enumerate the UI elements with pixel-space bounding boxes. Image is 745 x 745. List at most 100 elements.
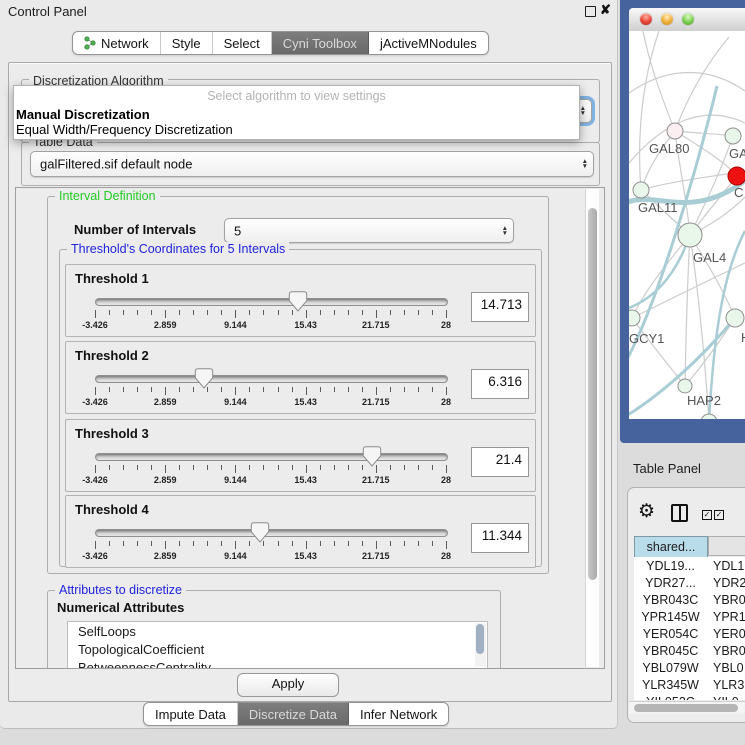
network-node[interactable]: [701, 414, 717, 419]
tick-label: 28: [441, 475, 451, 485]
network-node-gal11[interactable]: [633, 182, 649, 198]
minor-tick: [193, 541, 194, 546]
zoom-traffic-light-icon[interactable]: [682, 13, 694, 25]
major-tick: [95, 310, 96, 318]
tick-label: 28: [441, 397, 451, 407]
columns-icon[interactable]: [671, 504, 688, 522]
network-icon: [84, 36, 96, 50]
threshold-value-field[interactable]: 6.316: [471, 369, 529, 399]
minor-tick: [292, 387, 293, 392]
cell-shared-name: YLR345W: [634, 678, 707, 692]
tab-style[interactable]: Style: [161, 32, 213, 54]
table-data-group: Table Data galFiltered.sif default node …: [21, 142, 600, 186]
column-header-shared-name[interactable]: shared...: [634, 536, 708, 558]
table-row[interactable]: YBR045CYBR0: [634, 644, 745, 661]
slider-track[interactable]: [95, 298, 448, 306]
network-node-gal4[interactable]: [678, 223, 702, 247]
minor-tick: [137, 310, 138, 315]
threshold-label: Threshold 3: [75, 426, 149, 441]
table-row[interactable]: YBR043CYBR0: [634, 593, 745, 610]
tick-label: -3.426: [82, 320, 108, 330]
slider-thumb[interactable]: [250, 522, 269, 543]
dropdown-option-manual[interactable]: Manual Discretization: [16, 107, 150, 122]
tab-impute-data[interactable]: Impute Data: [144, 703, 238, 725]
dropdown-option-equal-width[interactable]: Equal Width/Frequency Discretization: [16, 122, 233, 137]
table-row[interactable]: YIL052CYIL0: [634, 695, 745, 700]
network-node-c[interactable]: [728, 167, 745, 185]
table-row[interactable]: YLR345WYLR3: [634, 678, 745, 695]
network-node-h[interactable]: [726, 309, 744, 327]
minimize-traffic-light-icon[interactable]: [661, 13, 673, 25]
number-of-intervals-combobox[interactable]: 5 ▲▼: [224, 218, 514, 243]
attribute-list-item[interactable]: SelfLoops: [68, 622, 487, 640]
tab-discretize-data[interactable]: Discretize Data: [238, 703, 349, 725]
combo-stepper-icon: ▲▼: [580, 106, 586, 116]
threshold-value-field[interactable]: 11.344: [471, 523, 529, 553]
major-tick: [446, 465, 447, 473]
tab-label: Network: [101, 36, 149, 51]
checkbox-icon[interactable]: ✓: [702, 510, 712, 520]
minor-tick: [348, 465, 349, 470]
minor-tick: [390, 541, 391, 546]
minor-tick: [320, 541, 321, 546]
table-row[interactable]: YDR27...YDR2: [634, 576, 745, 593]
tab-network[interactable]: Network: [73, 32, 161, 54]
minor-tick: [418, 387, 419, 392]
threshold-row: Threshold 2-3.4262.8599.14415.4321.71528…: [65, 341, 536, 414]
attributes-group-title: Attributes to discretize: [55, 583, 186, 597]
threshold-row: Threshold 1-3.4262.8599.14415.4321.71528…: [65, 264, 536, 337]
tick-label: 2.859: [154, 397, 177, 407]
tab-infer-network[interactable]: Infer Network: [349, 703, 448, 725]
float-window-icon[interactable]: [585, 6, 596, 17]
slider-thumb[interactable]: [194, 368, 213, 389]
network-node-hap2[interactable]: [678, 379, 692, 393]
attribute-list-item[interactable]: TopologicalCoefficient: [68, 640, 487, 658]
tab-select[interactable]: Select: [213, 32, 272, 54]
apply-button[interactable]: Apply: [237, 673, 339, 697]
cell-name: YDL1: [713, 559, 744, 573]
threshold-value-field[interactable]: 21.4: [471, 447, 529, 477]
network-canvas[interactable]: GAL80GACGAL11GAL4GCY1HHAP2: [629, 31, 745, 419]
slider-thumb[interactable]: [363, 446, 382, 467]
cell-name: YIL0: [713, 695, 739, 700]
minor-tick: [404, 541, 405, 546]
settings-scroll-area: Interval Definition Number of Intervals …: [15, 187, 605, 669]
numerical-attributes-list[interactable]: SelfLoopsTopologicalCoefficientBetweenne…: [67, 621, 488, 669]
settings-vertical-scrollbar[interactable]: [585, 189, 599, 667]
table-data-combobox[interactable]: galFiltered.sif default node ▲▼: [30, 151, 594, 177]
minor-tick: [432, 541, 433, 546]
cell-name: YER0: [713, 627, 745, 641]
control-panel-titlebar[interactable]: Control Panel ✘: [0, 0, 617, 22]
column-header-name[interactable]: n: [708, 536, 745, 556]
table-row[interactable]: YPR145WYPR1: [634, 610, 745, 627]
slider-track[interactable]: [95, 453, 448, 461]
close-traffic-light-icon[interactable]: [640, 13, 652, 25]
slider-track[interactable]: [95, 375, 448, 383]
network-node-gcy1[interactable]: [629, 310, 640, 326]
slider-track[interactable]: [95, 529, 448, 537]
minor-tick: [179, 387, 180, 392]
threshold-value-field[interactable]: 14.713: [471, 292, 529, 322]
table-row[interactable]: YBL079WYBL0: [634, 661, 745, 678]
scrollbar-thumb[interactable]: [588, 208, 597, 580]
attributes-list-scrollbar[interactable]: [475, 623, 486, 667]
bottom-tab-bar: Impute DataDiscretize DataInfer Network: [143, 702, 449, 726]
table-row[interactable]: YER054CYER0: [634, 627, 745, 644]
tick-label: 2.859: [154, 320, 177, 330]
checkbox-icon[interactable]: ✓: [714, 510, 724, 520]
network-node-ga[interactable]: [725, 128, 741, 144]
minor-tick: [109, 387, 110, 392]
table-row[interactable]: YDL19...YDL1: [634, 559, 745, 576]
network-window-titlebar[interactable]: [629, 8, 745, 32]
network-node-gal80[interactable]: [667, 123, 683, 139]
gear-icon[interactable]: ⚙: [638, 500, 655, 523]
slider-thumb[interactable]: [288, 291, 307, 312]
tab-cyni-toolbox[interactable]: Cyni Toolbox: [272, 32, 369, 54]
attribute-list-item[interactable]: BetweennessCentrality: [68, 658, 487, 669]
tab-jactivemnodules[interactable]: jActiveMNodules: [369, 32, 488, 54]
table-horizontal-scrollbar[interactable]: [629, 701, 745, 714]
minor-tick: [179, 310, 180, 315]
threshold-row: Threshold 4-3.4262.8599.14415.4321.71528…: [65, 495, 536, 568]
close-icon[interactable]: ✘: [600, 2, 611, 18]
minor-tick: [334, 541, 335, 546]
